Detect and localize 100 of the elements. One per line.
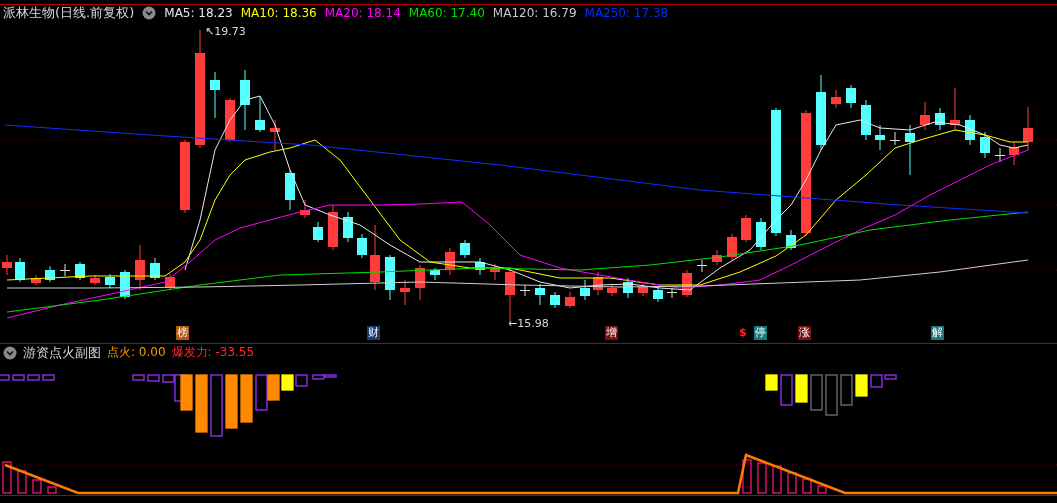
candlestick [2, 254, 12, 276]
histogram-bar [795, 374, 808, 403]
candlestick [786, 229, 796, 251]
candlestick [255, 95, 265, 133]
candlestick [490, 263, 500, 281]
subchart-title: 游资点火副图 [23, 343, 101, 362]
histogram-bar [42, 374, 55, 381]
candlestick [950, 87, 960, 131]
stock-title: 派林生物(日线.前复权) [3, 4, 135, 22]
candlestick [105, 273, 115, 289]
candlestick [593, 271, 603, 296]
candlestick [638, 281, 648, 297]
candlestick [623, 277, 633, 299]
histogram-bar [840, 374, 853, 406]
histogram-bar [180, 374, 193, 411]
histogram-bar [855, 374, 868, 397]
candlestick [60, 263, 70, 277]
candlestick [965, 114, 975, 146]
candlestick [535, 283, 545, 306]
event-marker[interactable]: 增 [605, 326, 618, 340]
histogram-bar [295, 374, 308, 387]
histogram-bar [742, 459, 752, 494]
candlestick [846, 84, 856, 109]
histogram-bar [2, 461, 12, 494]
candlestick [357, 233, 367, 259]
candlestick [210, 71, 220, 119]
histogram-bar [17, 470, 27, 494]
candlestick [712, 249, 722, 266]
candlestick [165, 273, 175, 291]
histogram-bar [147, 374, 160, 382]
price-label: ←15.98 [508, 317, 549, 330]
histogram-bar [765, 374, 778, 391]
candlestick [225, 97, 235, 143]
event-marker[interactable]: 榜 [176, 326, 189, 340]
indicator-reading: MA250: 17.38 [584, 6, 669, 20]
collapse-icon[interactable] [3, 345, 17, 360]
candlestick [1009, 141, 1019, 166]
candlestick [905, 124, 915, 176]
histogram-bar [825, 374, 838, 416]
candlestick [935, 107, 945, 131]
dropdown-icon[interactable] [142, 6, 157, 20]
candlestick [667, 287, 677, 299]
histogram-bar [12, 374, 25, 381]
event-marker[interactable]: 停 [754, 326, 767, 340]
histogram-bar [787, 472, 797, 494]
candlestick [343, 211, 353, 243]
candlestick [15, 257, 25, 283]
candlestick [270, 119, 280, 151]
histogram-bar [810, 374, 823, 411]
histogram-bar [757, 462, 767, 494]
candlestick [328, 204, 338, 251]
candlestick [415, 264, 425, 301]
histogram-bar [780, 374, 793, 406]
indicator-reading: MA20: 18.14 [324, 6, 401, 20]
event-marker[interactable]: 解 [931, 326, 944, 340]
price-label: ↖19.73 [205, 25, 246, 38]
histogram-bar [225, 374, 238, 429]
histogram-bar [132, 374, 145, 381]
candlestick [682, 269, 692, 298]
event-marker[interactable]: $ [738, 326, 748, 340]
candlestick [385, 254, 395, 301]
candlestick [45, 265, 55, 283]
candlestick [300, 199, 310, 219]
candlestick [31, 274, 41, 286]
histogram-bar [47, 486, 57, 494]
candlestick [285, 169, 295, 211]
histogram-bar [195, 374, 208, 433]
candlestick [565, 291, 575, 309]
candlestick [550, 291, 560, 309]
candlestick [135, 244, 145, 291]
event-marker[interactable]: 涨 [798, 326, 811, 340]
candlestick [1023, 106, 1033, 151]
candlestick [653, 285, 663, 303]
candlestick [370, 224, 380, 291]
event-marker[interactable]: 财 [367, 326, 380, 340]
candlestick [861, 99, 871, 141]
candlestick [150, 257, 160, 281]
histogram-bar [0, 374, 10, 381]
candlestick [890, 131, 900, 146]
candlestick [697, 259, 707, 273]
histogram-bar [27, 374, 40, 381]
histogram-bar [802, 478, 812, 494]
candlestick [741, 214, 751, 243]
histogram-bar [32, 479, 42, 494]
indicator-reading: MA10: 18.36 [240, 6, 317, 20]
candlestick [240, 69, 250, 131]
candlestick [460, 239, 470, 259]
candlestick [756, 217, 766, 251]
candlestick [475, 257, 485, 276]
candlestick [90, 274, 100, 286]
candlestick [580, 279, 590, 301]
candlestick [520, 284, 530, 297]
candlestick [120, 269, 130, 300]
candlestick [875, 124, 885, 151]
candlestick [313, 221, 323, 243]
histogram-bar [255, 374, 268, 411]
candlestick [75, 261, 85, 281]
histogram-bar [772, 465, 782, 494]
indicator-reading: MA5: 18.23 [164, 6, 233, 20]
indicator-reading: 点火: 0.00 [107, 344, 166, 361]
